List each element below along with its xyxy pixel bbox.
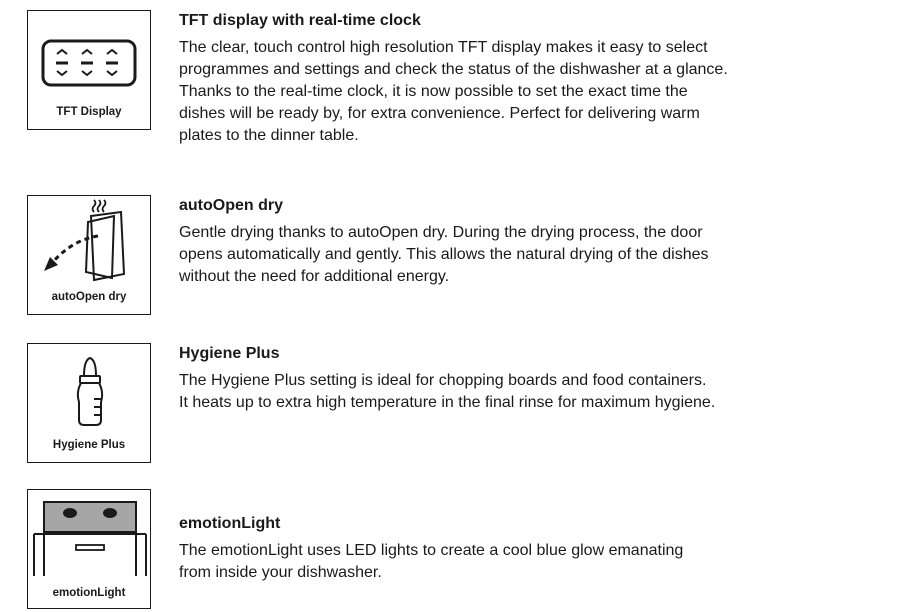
desc-line: Thanks to the real-time clock, it is now… (179, 83, 688, 100)
desc-line: The clear, touch control high resolution… (179, 39, 708, 56)
icon-caption: TFT Display (56, 106, 122, 118)
emotion-light-icon-box: emotionLight (27, 489, 151, 609)
desc-line: plates to the dinner table. (179, 127, 359, 144)
icon-caption: emotionLight (52, 587, 126, 599)
icon-caption: autoOpen dry (51, 291, 127, 303)
desc-line: It heats up to extra high temperature in… (179, 394, 716, 411)
feature-description: The clear, touch control high resolution… (179, 37, 899, 147)
desc-line: without the need for additional energy. (179, 268, 450, 285)
icon-caption: Hygiene Plus (52, 439, 126, 451)
feature-title: TFT display with real-time clock (179, 12, 421, 29)
feature-description: The emotionLight uses LED lights to crea… (179, 540, 899, 584)
desc-line: programmes and settings and check the st… (179, 61, 728, 78)
auto-open-dry-icon-box: autoOpen dry (27, 195, 151, 315)
desc-line: The emotionLight uses LED lights to crea… (179, 542, 684, 559)
feature-description: Gentle drying thanks to autoOpen dry. Du… (179, 222, 899, 288)
desc-line: The Hygiene Plus setting is ideal for ch… (179, 372, 707, 389)
tft-display-icon-box: TFT Display (27, 10, 151, 130)
feature-description: The Hygiene Plus setting is ideal for ch… (179, 370, 899, 414)
feature-title: Hygiene Plus (179, 345, 280, 362)
desc-line: Gentle drying thanks to autoOpen dry. Du… (179, 224, 703, 241)
desc-line: dishes will be ready by, for extra conve… (179, 105, 700, 122)
desc-line: opens automatically and gently. This all… (179, 246, 709, 263)
desc-line: from inside your dishwasher. (179, 564, 382, 581)
feature-title: autoOpen dry (179, 197, 284, 214)
feature-title: emotionLight (179, 515, 281, 532)
hygiene-plus-icon-box: Hygiene Plus (27, 343, 151, 463)
